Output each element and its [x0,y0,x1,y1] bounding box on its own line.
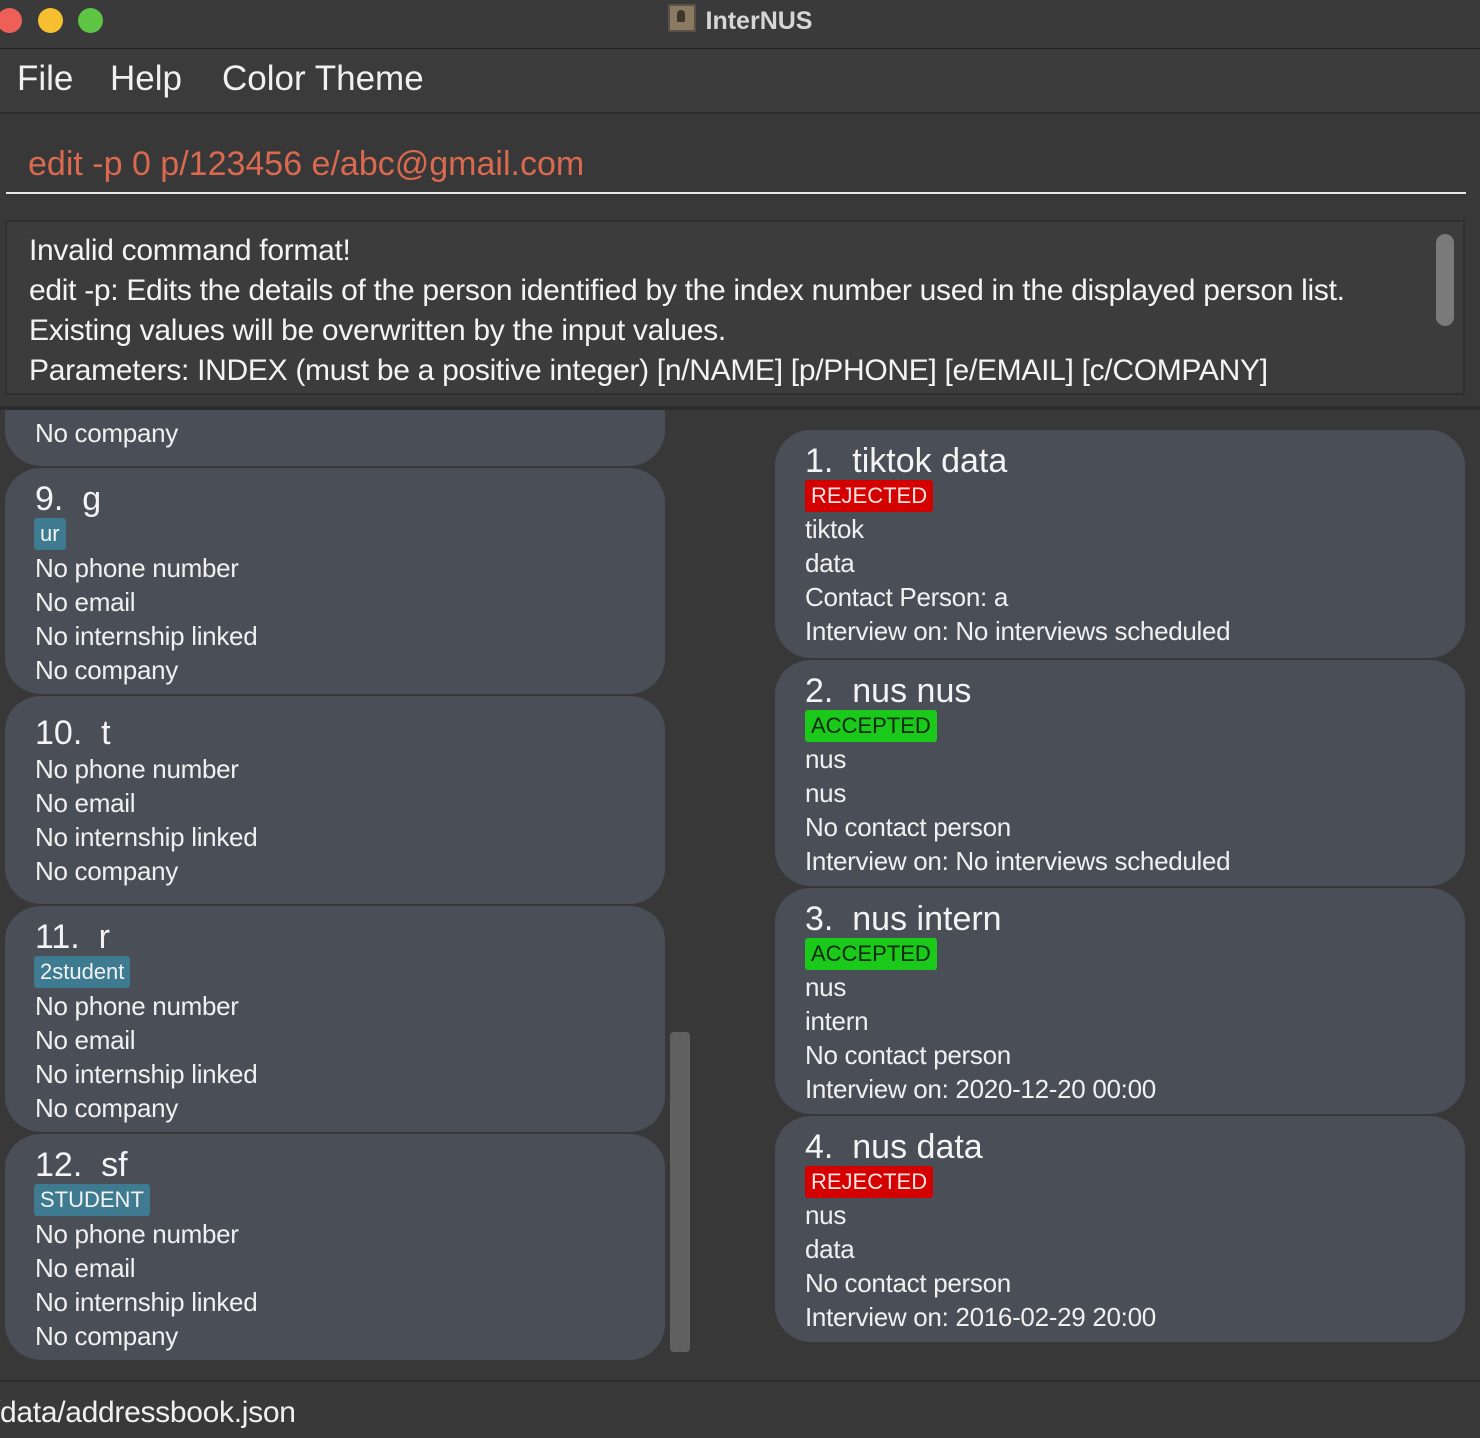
internship-company: nus [805,744,847,774]
person-company: No company [35,856,178,886]
menu-color-theme[interactable]: Color Theme [222,59,424,99]
internship-interview: Interview on: 2016-02-29 20:00 [805,1302,1156,1332]
internship-contact: No contact person [805,812,1011,842]
internship-title: 4. nus data [805,1128,983,1167]
person-phone: No phone number [35,553,239,583]
result-scrollbar[interactable] [1436,234,1454,326]
menu-file[interactable]: File [17,59,73,99]
person-email: No email [35,587,136,617]
internship-name: nus nus [852,672,972,710]
person-company: No company [35,1321,178,1351]
internship-card[interactable]: 4. nus data REJECTED nus data No contact… [775,1114,1465,1342]
window-title: InterNUS [0,4,1480,36]
person-phone: No phone number [35,754,239,784]
result-line: Invalid command format! [29,234,351,267]
internship-index: 1. [805,442,834,480]
internship-role: data [805,548,855,578]
internship-contact: No contact person [805,1040,1011,1070]
lists-area: No company 9. g ur No phone number No em… [0,410,1480,1380]
status-badge: REJECTED [805,1166,934,1198]
person-tag: ur [34,518,66,550]
status-badge: ACCEPTED [805,938,937,970]
person-card-partial[interactable]: No company [5,410,665,466]
window-title-text: InterNUS [705,7,813,35]
person-phone: No phone number [35,1219,239,1249]
internship-interview: Interview on: No interviews scheduled [805,846,1231,876]
person-email: No email [35,1025,136,1055]
person-name: g [82,480,102,518]
internship-index: 4. [805,1128,834,1166]
status-badge: REJECTED [805,480,934,512]
result-line: Existing values will be overwritten by t… [29,314,726,347]
person-internship: No internship linked [35,1287,258,1317]
person-card[interactable]: 12. sf STUDENT No phone number No email … [5,1132,665,1360]
internship-card[interactable]: 2. nus nus ACCEPTED nus nus No contact p… [775,658,1465,886]
internship-role: intern [805,1006,869,1036]
person-tag: STUDENT [34,1184,150,1216]
save-location: /data/addressbook.json [0,1396,296,1429]
person-company: No company [35,418,178,448]
status-bar: /data/addressbook.json [0,1380,1480,1438]
person-company: No company [35,1093,178,1123]
internship-card[interactable]: 3. nus intern ACCEPTED nus intern No con… [775,886,1465,1114]
internship-contact: No contact person [805,1268,1011,1298]
person-internship: No internship linked [35,822,258,852]
person-index: 12. [35,1146,83,1184]
status-badge: ACCEPTED [805,710,937,742]
person-index: 10. [35,714,83,752]
internship-role: data [805,1234,855,1264]
internship-interview: Interview on: No interviews scheduled [805,616,1231,646]
menu-help[interactable]: Help [110,59,182,99]
person-card[interactable]: 11. r 2student No phone number No email … [5,904,665,1132]
internship-title: 1. tiktok data [805,442,1007,481]
result-line: Parameters: INDEX (must be a positive in… [29,354,1268,387]
internship-company: nus [805,1200,847,1230]
internship-company: tiktok [805,514,864,544]
contacts-app-icon [667,4,696,32]
internship-title: 3. nus intern [805,900,1002,939]
person-card[interactable]: 10. t No phone number No email No intern… [5,694,665,904]
internship-contact: Contact Person: a [805,582,1009,612]
internship-company: nus [805,972,847,1002]
person-name: r [98,918,110,956]
person-title: 10. t [35,714,111,753]
person-title: 12. sf [35,1146,128,1185]
internship-index: 2. [805,672,834,710]
internship-card[interactable]: 1. tiktok data REJECTED tiktok data Cont… [775,430,1465,658]
person-card[interactable]: 9. g ur No phone number No email No inte… [5,466,665,694]
command-input[interactable] [6,114,1466,194]
person-title: 9. g [35,480,101,519]
internship-title: 2. nus nus [805,672,971,711]
person-index: 9. [35,480,64,518]
person-list-scrollbar[interactable] [670,1032,690,1352]
menu-bar: File Help Color Theme [0,49,1480,114]
person-company: No company [35,655,178,685]
person-title: 11. r [35,918,110,957]
person-internship: No internship linked [35,621,258,651]
person-name: sf [101,1146,128,1184]
internship-index: 3. [805,900,834,938]
person-tag: 2student [34,956,131,988]
internship-name: nus data [852,1128,983,1166]
result-display-area: Invalid command format! edit -p: Edits t… [0,206,1480,406]
internship-name: nus intern [852,900,1002,938]
person-email: No email [35,1253,136,1283]
person-index: 11. [35,918,80,956]
person-email: No email [35,788,136,818]
internship-role: nus [805,778,847,808]
person-name: t [101,714,111,752]
result-line: edit -p: Edits the details of the person… [29,274,1345,307]
person-phone: No phone number [35,991,239,1021]
result-display[interactable]: Invalid command format! edit -p: Edits t… [5,220,1465,395]
internship-interview: Interview on: 2020-12-20 00:00 [805,1074,1156,1104]
title-bar: InterNUS [0,0,1480,49]
person-internship: No internship linked [35,1059,258,1089]
command-box [0,114,1480,206]
internship-name: tiktok data [852,442,1008,480]
